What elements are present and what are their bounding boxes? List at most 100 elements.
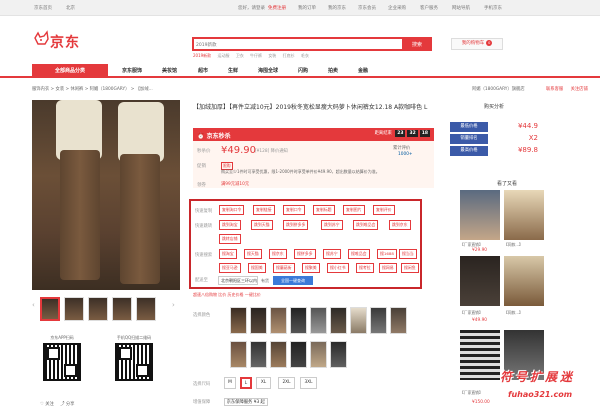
- hotword[interactable]: 2019新款: [193, 53, 211, 58]
- jump-pdd-button[interactable]: 跳到拼多多: [283, 220, 309, 230]
- copy-code-button[interactable]: 复制口令: [283, 205, 305, 215]
- search-suning-button[interactable]: 搜苏宁: [323, 249, 341, 259]
- search-amazon-button[interactable]: 搜亚马逊: [219, 263, 241, 273]
- recommend-item-caption[interactable]: 【厂家直销】: [460, 310, 504, 316]
- size-option-m[interactable]: M: [224, 377, 236, 389]
- search-jd-button[interactable]: 搜京东: [269, 249, 287, 259]
- all-categories-button[interactable]: 全部商品分类: [32, 64, 108, 78]
- thumbnail[interactable]: [112, 297, 132, 321]
- color-swatch[interactable]: [330, 341, 347, 368]
- search-xianyu-button[interactable]: 搜闲鱼: [401, 263, 419, 273]
- contact-link[interactable]: 联系客服: [546, 87, 563, 92]
- search-gome-button[interactable]: 搜国美: [248, 263, 266, 273]
- thumb-next-icon[interactable]: ›: [172, 301, 175, 309]
- size-option-xl[interactable]: XL: [256, 377, 271, 389]
- breadcrumb-path[interactable]: 服饰内衣 > 女装 > 休闲裤 > 阿媚（1800GARY） > 【加绒...: [32, 87, 153, 92]
- copy-taokouling-button[interactable]: 复制淘口令: [219, 205, 245, 215]
- search-jumei-button[interactable]: 搜聚美: [302, 263, 320, 273]
- recommend-item-image[interactable]: [460, 256, 500, 306]
- hotword[interactable]: 女装: [268, 53, 276, 58]
- hotword[interactable]: 牛仔裤: [250, 53, 262, 58]
- search-1688-button[interactable]: 搜1688: [377, 249, 397, 259]
- size-option-2xl[interactable]: 2XL: [278, 377, 295, 389]
- jump-vip-button[interactable]: 跳到唯品会: [353, 220, 379, 230]
- search-pdd-button[interactable]: 搜拼多多: [294, 249, 316, 259]
- login-link[interactable]: 您好，请登录: [238, 5, 265, 11]
- hotword[interactable]: 打底衫: [283, 53, 295, 58]
- search-xiaohongshu-button[interactable]: 搜小红书: [327, 263, 349, 273]
- color-swatch[interactable]: [390, 307, 407, 334]
- home-link[interactable]: 京东首页: [34, 5, 52, 11]
- jump-tmall-button[interactable]: 跳到天猫: [251, 220, 273, 230]
- thumbnail[interactable]: [136, 297, 156, 321]
- nav-item-beauty[interactable]: 美妆馆: [162, 67, 177, 74]
- price-tools-links[interactable]: 超速八倍购物 比价 历史价格 一键比价: [193, 292, 261, 298]
- nav-item-supermarket[interactable]: 超市: [198, 67, 208, 74]
- cart-button[interactable]: 我的购物车 0: [451, 38, 503, 50]
- copy-review-button[interactable]: 复制评价: [373, 205, 395, 215]
- search-input[interactable]: [196, 40, 401, 50]
- color-swatch[interactable]: [310, 341, 327, 368]
- follow-product-link[interactable]: 关注: [45, 402, 54, 407]
- color-swatch[interactable]: [270, 307, 287, 334]
- color-swatch[interactable]: [230, 307, 247, 334]
- store-name[interactable]: 阿媚（1800GARY）旗舰店: [472, 87, 525, 92]
- color-swatch[interactable]: [250, 341, 267, 368]
- search-mogujie-button[interactable]: 搜蘑菇街: [273, 263, 295, 273]
- recommend-item-image[interactable]: [504, 190, 544, 240]
- topbar-link-enterprise[interactable]: 企业采购: [388, 5, 406, 11]
- search-kaola-button[interactable]: 搜考拉: [356, 263, 374, 273]
- search-button[interactable]: 搜索: [402, 37, 432, 51]
- search-tmall-button[interactable]: 搜天猫: [244, 249, 262, 259]
- copy-title-button[interactable]: 复制标题: [313, 205, 335, 215]
- jump-jd-button[interactable]: 跳到京东: [389, 220, 411, 230]
- recommend-item-image[interactable]: [460, 330, 500, 380]
- jd-logo[interactable]: 京东: [32, 28, 100, 54]
- topbar-link-service[interactable]: 客户服务: [420, 5, 438, 11]
- color-swatch[interactable]: [310, 307, 327, 334]
- main-product-image[interactable]: [32, 100, 180, 290]
- reviews-count[interactable]: 1000+: [398, 152, 413, 157]
- nav-item-fashion[interactable]: 京东服饰: [122, 67, 142, 74]
- delivery-option[interactable]: 京东保障服务 ¥3 起: [223, 398, 268, 406]
- color-swatch[interactable]: [230, 341, 247, 368]
- copy-link-button[interactable]: 复制链接: [253, 205, 275, 215]
- jump-store-button[interactable]: 跳转店铺: [219, 234, 241, 244]
- hotword[interactable]: 毛衣: [301, 53, 309, 58]
- topbar-link-myjd[interactable]: 我的京东: [328, 5, 346, 11]
- color-swatch[interactable]: [290, 341, 307, 368]
- size-option-3xl[interactable]: 3XL: [300, 377, 317, 389]
- nav-item-flash[interactable]: 闪购: [298, 67, 308, 74]
- recommend-item-caption[interactable]: 【同款...】: [504, 310, 548, 316]
- copy-image-button[interactable]: 复制图片: [343, 205, 365, 215]
- register-link[interactable]: 免费注册: [268, 5, 286, 11]
- coupon-value[interactable]: 满99元减10元: [221, 181, 249, 187]
- color-swatch[interactable]: [330, 307, 347, 334]
- search-dangdang-button[interactable]: 搜当当: [399, 249, 417, 259]
- nav-item-auction[interactable]: 拍卖: [328, 67, 338, 74]
- share-link[interactable]: 分享: [66, 402, 75, 407]
- topbar-link-vip[interactable]: 京东会员: [358, 5, 376, 11]
- address-selector[interactable]: 北京朝阳区三环以内: [218, 276, 258, 285]
- size-option-l[interactable]: L: [240, 377, 252, 389]
- color-swatch[interactable]: [290, 307, 307, 334]
- thumbnail[interactable]: [40, 297, 60, 321]
- hotword[interactable]: 运动服: [217, 53, 229, 58]
- search-netease-button[interactable]: 搜网易: [379, 263, 397, 273]
- location-selector[interactable]: 北京: [66, 5, 75, 11]
- nationwide-query-button[interactable]: 全国一键查询: [273, 276, 313, 285]
- color-swatch[interactable]: [250, 307, 267, 334]
- follow-store-link[interactable]: 关注店铺: [571, 87, 588, 92]
- color-swatch[interactable]: [350, 307, 367, 334]
- color-swatch[interactable]: [370, 307, 387, 334]
- nav-item-global[interactable]: 海囤全球: [258, 67, 278, 74]
- recommend-item-caption[interactable]: 【同款...】: [504, 242, 548, 248]
- nav-item-fresh[interactable]: 生鲜: [228, 67, 238, 74]
- search-vip-button[interactable]: 搜唯品会: [348, 249, 370, 259]
- thumbnail[interactable]: [88, 297, 108, 321]
- recommend-item-image[interactable]: [504, 256, 544, 306]
- recommend-item-image[interactable]: [460, 190, 500, 240]
- nav-item-finance[interactable]: 金融: [358, 67, 368, 74]
- topbar-link-sitemap[interactable]: 网站导航: [452, 5, 470, 11]
- jd-price[interactable]: [¥128] 降价通知: [255, 148, 288, 154]
